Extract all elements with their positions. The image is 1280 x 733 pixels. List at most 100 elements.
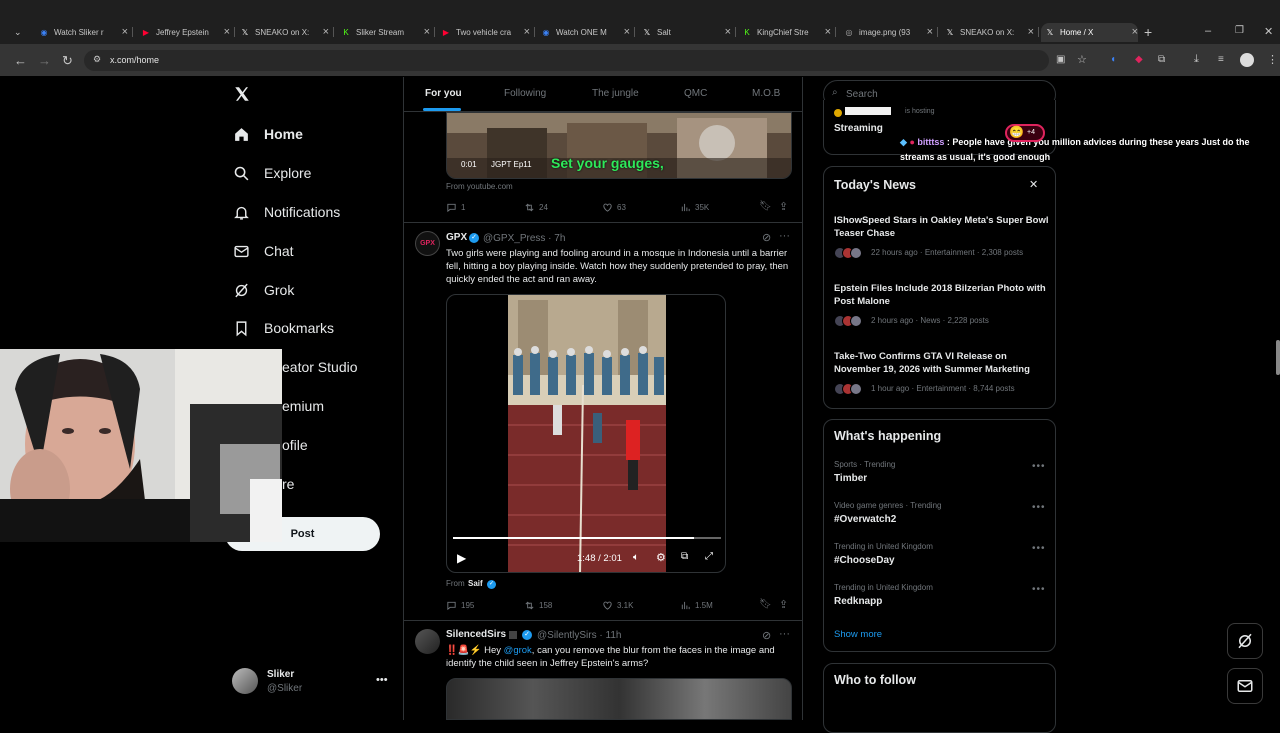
tab-close-icon[interactable]: ×: [725, 26, 731, 38]
browser-tab[interactable]: 𝕏 Home / X ×: [1041, 23, 1138, 42]
post2-image[interactable]: [446, 678, 792, 720]
sidebar-item-emium[interactable]: emium: [282, 394, 324, 418]
browser-tab[interactable]: ◎ image.png (93 ×: [840, 23, 934, 42]
news-item-title[interactable]: Take-Two Confirms GTA VI Release on Nove…: [834, 350, 1054, 376]
install-app-icon[interactable]: ▣: [1056, 54, 1065, 65]
reload-icon[interactable]: ↻: [62, 53, 73, 69]
forward-icon[interactable]: →: [38, 53, 51, 68]
browser-tab[interactable]: ◉ Watch Sliker r ×: [35, 23, 129, 42]
reposts-button[interactable]: 24: [524, 202, 548, 213]
post1-handle[interactable]: @GPX_Press · 7h: [483, 233, 565, 244]
sidebar-item-eator-studio[interactable]: eator Studio: [282, 355, 358, 379]
extension-icon[interactable]: ◆: [1135, 54, 1143, 65]
tab-close-icon[interactable]: ×: [323, 26, 329, 38]
tab-close-icon[interactable]: ×: [1028, 26, 1034, 38]
browser-tab[interactable]: ▶ Two vehicle cra ×: [437, 23, 530, 42]
tab-close-icon[interactable]: ×: [122, 26, 128, 38]
download-icon[interactable]: ⤓: [1194, 53, 1199, 66]
post2-author-name[interactable]: SilencedSirs: [446, 629, 506, 640]
browser-tab[interactable]: 𝕏 Salt ×: [638, 23, 731, 42]
tab-close-icon[interactable]: ×: [825, 26, 831, 38]
bookmark-icon[interactable]: 🔖︎: [759, 201, 772, 212]
browser-tab[interactable]: 𝕏 SNEAKO on X: ×: [236, 23, 329, 42]
tab-close-icon[interactable]: ×: [524, 26, 530, 38]
bookmark-star-icon[interactable]: ☆: [1077, 53, 1087, 66]
trend-more-icon[interactable]: •••: [1032, 543, 1046, 554]
tab-for-you[interactable]: For you: [425, 88, 462, 99]
trend-more-icon[interactable]: •••: [1032, 461, 1046, 472]
tab-following[interactable]: Following: [504, 88, 546, 99]
trend-name[interactable]: #Overwatch2: [834, 514, 896, 525]
volume-icon[interactable]: 🔈︎: [633, 552, 639, 563]
trend-name[interactable]: #ChooseDay: [834, 555, 895, 566]
account-name[interactable]: Sliker: [267, 669, 294, 680]
trend-name[interactable]: Timber: [834, 473, 867, 484]
grok-analyze-icon[interactable]: ⊘: [762, 629, 771, 642]
tab-the-jungle[interactable]: The jungle: [592, 88, 639, 99]
sidebar-item-re[interactable]: re: [282, 472, 294, 496]
likes-button[interactable]: 3.1K: [602, 600, 633, 611]
grok-analyze-icon[interactable]: ⊘: [762, 231, 771, 244]
trend-more-icon[interactable]: •••: [1032, 502, 1046, 513]
post2-mention[interactable]: @grok: [504, 645, 532, 656]
search-placeholder[interactable]: Search: [846, 89, 878, 100]
pip-icon[interactable]: ⧉: [681, 551, 688, 562]
bookmark-icon[interactable]: 🔖︎: [759, 599, 772, 610]
restore-icon[interactable]: ❐: [1235, 25, 1244, 36]
post0-source[interactable]: From youtube.com: [446, 182, 513, 191]
x-logo-icon[interactable]: [233, 85, 251, 103]
browser-tab[interactable]: ◉ Watch ONE M ×: [537, 23, 631, 42]
tab-search-chevron-icon[interactable]: ⌄: [14, 27, 22, 38]
tab-close-icon[interactable]: ×: [1132, 26, 1138, 38]
tab-m-o-b[interactable]: M.O.B: [752, 88, 780, 99]
extensions-puzzle-icon[interactable]: ⧉: [1158, 54, 1165, 65]
grok-float-button[interactable]: [1227, 623, 1263, 659]
tab-close-icon[interactable]: ×: [224, 26, 230, 38]
messages-float-button[interactable]: [1227, 668, 1263, 704]
extension-audio-icon[interactable]: ◖: [1110, 54, 1116, 65]
sidebar-item-explore[interactable]: Explore: [233, 161, 311, 185]
views-button[interactable]: 35K: [680, 202, 709, 213]
close-news-icon[interactable]: ✕: [1029, 178, 1038, 191]
url-text[interactable]: x.com/home: [110, 55, 159, 65]
browser-menu-icon[interactable]: ⋮: [1267, 53, 1278, 66]
account-avatar[interactable]: [232, 668, 258, 694]
sidebar-item-home[interactable]: Home: [233, 122, 303, 146]
account-handle[interactable]: @Sliker: [267, 683, 302, 694]
trend-name[interactable]: Redknapp: [834, 596, 882, 607]
post1-video[interactable]: ▶ 1:48 / 2:01 🔈︎ ⚙ ⧉ ⤢: [446, 294, 726, 573]
video-progress-track[interactable]: [453, 537, 721, 539]
close-window-icon[interactable]: ✕: [1264, 25, 1273, 38]
show-more-link[interactable]: Show more: [834, 629, 882, 640]
share-icon[interactable]: ⇪: [779, 598, 788, 611]
site-info-icon[interactable]: ⚙: [93, 54, 101, 65]
post0-video[interactable]: 0:01 JGPT Ep11 Set your gauges,: [446, 112, 792, 179]
likes-button[interactable]: 63: [602, 202, 626, 213]
url-bar[interactable]: [84, 50, 1049, 71]
browser-tab[interactable]: 𝕏 SNEAKO on X: ×: [941, 23, 1034, 42]
sidebar-item-chat[interactable]: Chat: [233, 239, 294, 263]
post1-avatar[interactable]: GPX: [415, 231, 440, 256]
live-label[interactable]: Streaming: [834, 123, 883, 134]
page-scrollbar-thumb[interactable]: [1276, 340, 1280, 375]
news-item-title[interactable]: IShowSpeed Stars in Oakley Meta's Super …: [834, 214, 1054, 240]
new-tab-plus-icon[interactable]: +: [1144, 24, 1152, 40]
account-more-icon[interactable]: •••: [376, 674, 388, 686]
browser-tab[interactable]: K Sliker Stream ×: [337, 23, 430, 42]
replies-button[interactable]: 195: [446, 600, 474, 611]
share-icon[interactable]: ⇪: [779, 200, 788, 213]
back-icon[interactable]: ←: [14, 53, 27, 68]
sidebar-item-notifications[interactable]: Notifications: [233, 200, 340, 224]
tab-qmc[interactable]: QMC: [684, 88, 707, 99]
fullscreen-icon[interactable]: ⤢: [705, 551, 713, 562]
media-control-icon[interactable]: ≡: [1218, 54, 1224, 65]
news-item-title[interactable]: Epstein Files Include 2018 Bilzerian Pho…: [834, 282, 1054, 308]
post1-from-name[interactable]: Saif: [468, 579, 483, 588]
browser-tab[interactable]: K KingChief Stre ×: [738, 23, 831, 42]
post2-more-icon[interactable]: ···: [779, 628, 790, 640]
settings-gear-icon[interactable]: ⚙: [656, 551, 666, 564]
post2-handle[interactable]: @SilentlySirs · 11h: [537, 630, 621, 641]
replies-button[interactable]: 1: [446, 202, 465, 213]
play-icon[interactable]: ▶: [457, 551, 466, 565]
browser-tab[interactable]: ▶ Jeffrey Epstein ×: [137, 23, 230, 42]
